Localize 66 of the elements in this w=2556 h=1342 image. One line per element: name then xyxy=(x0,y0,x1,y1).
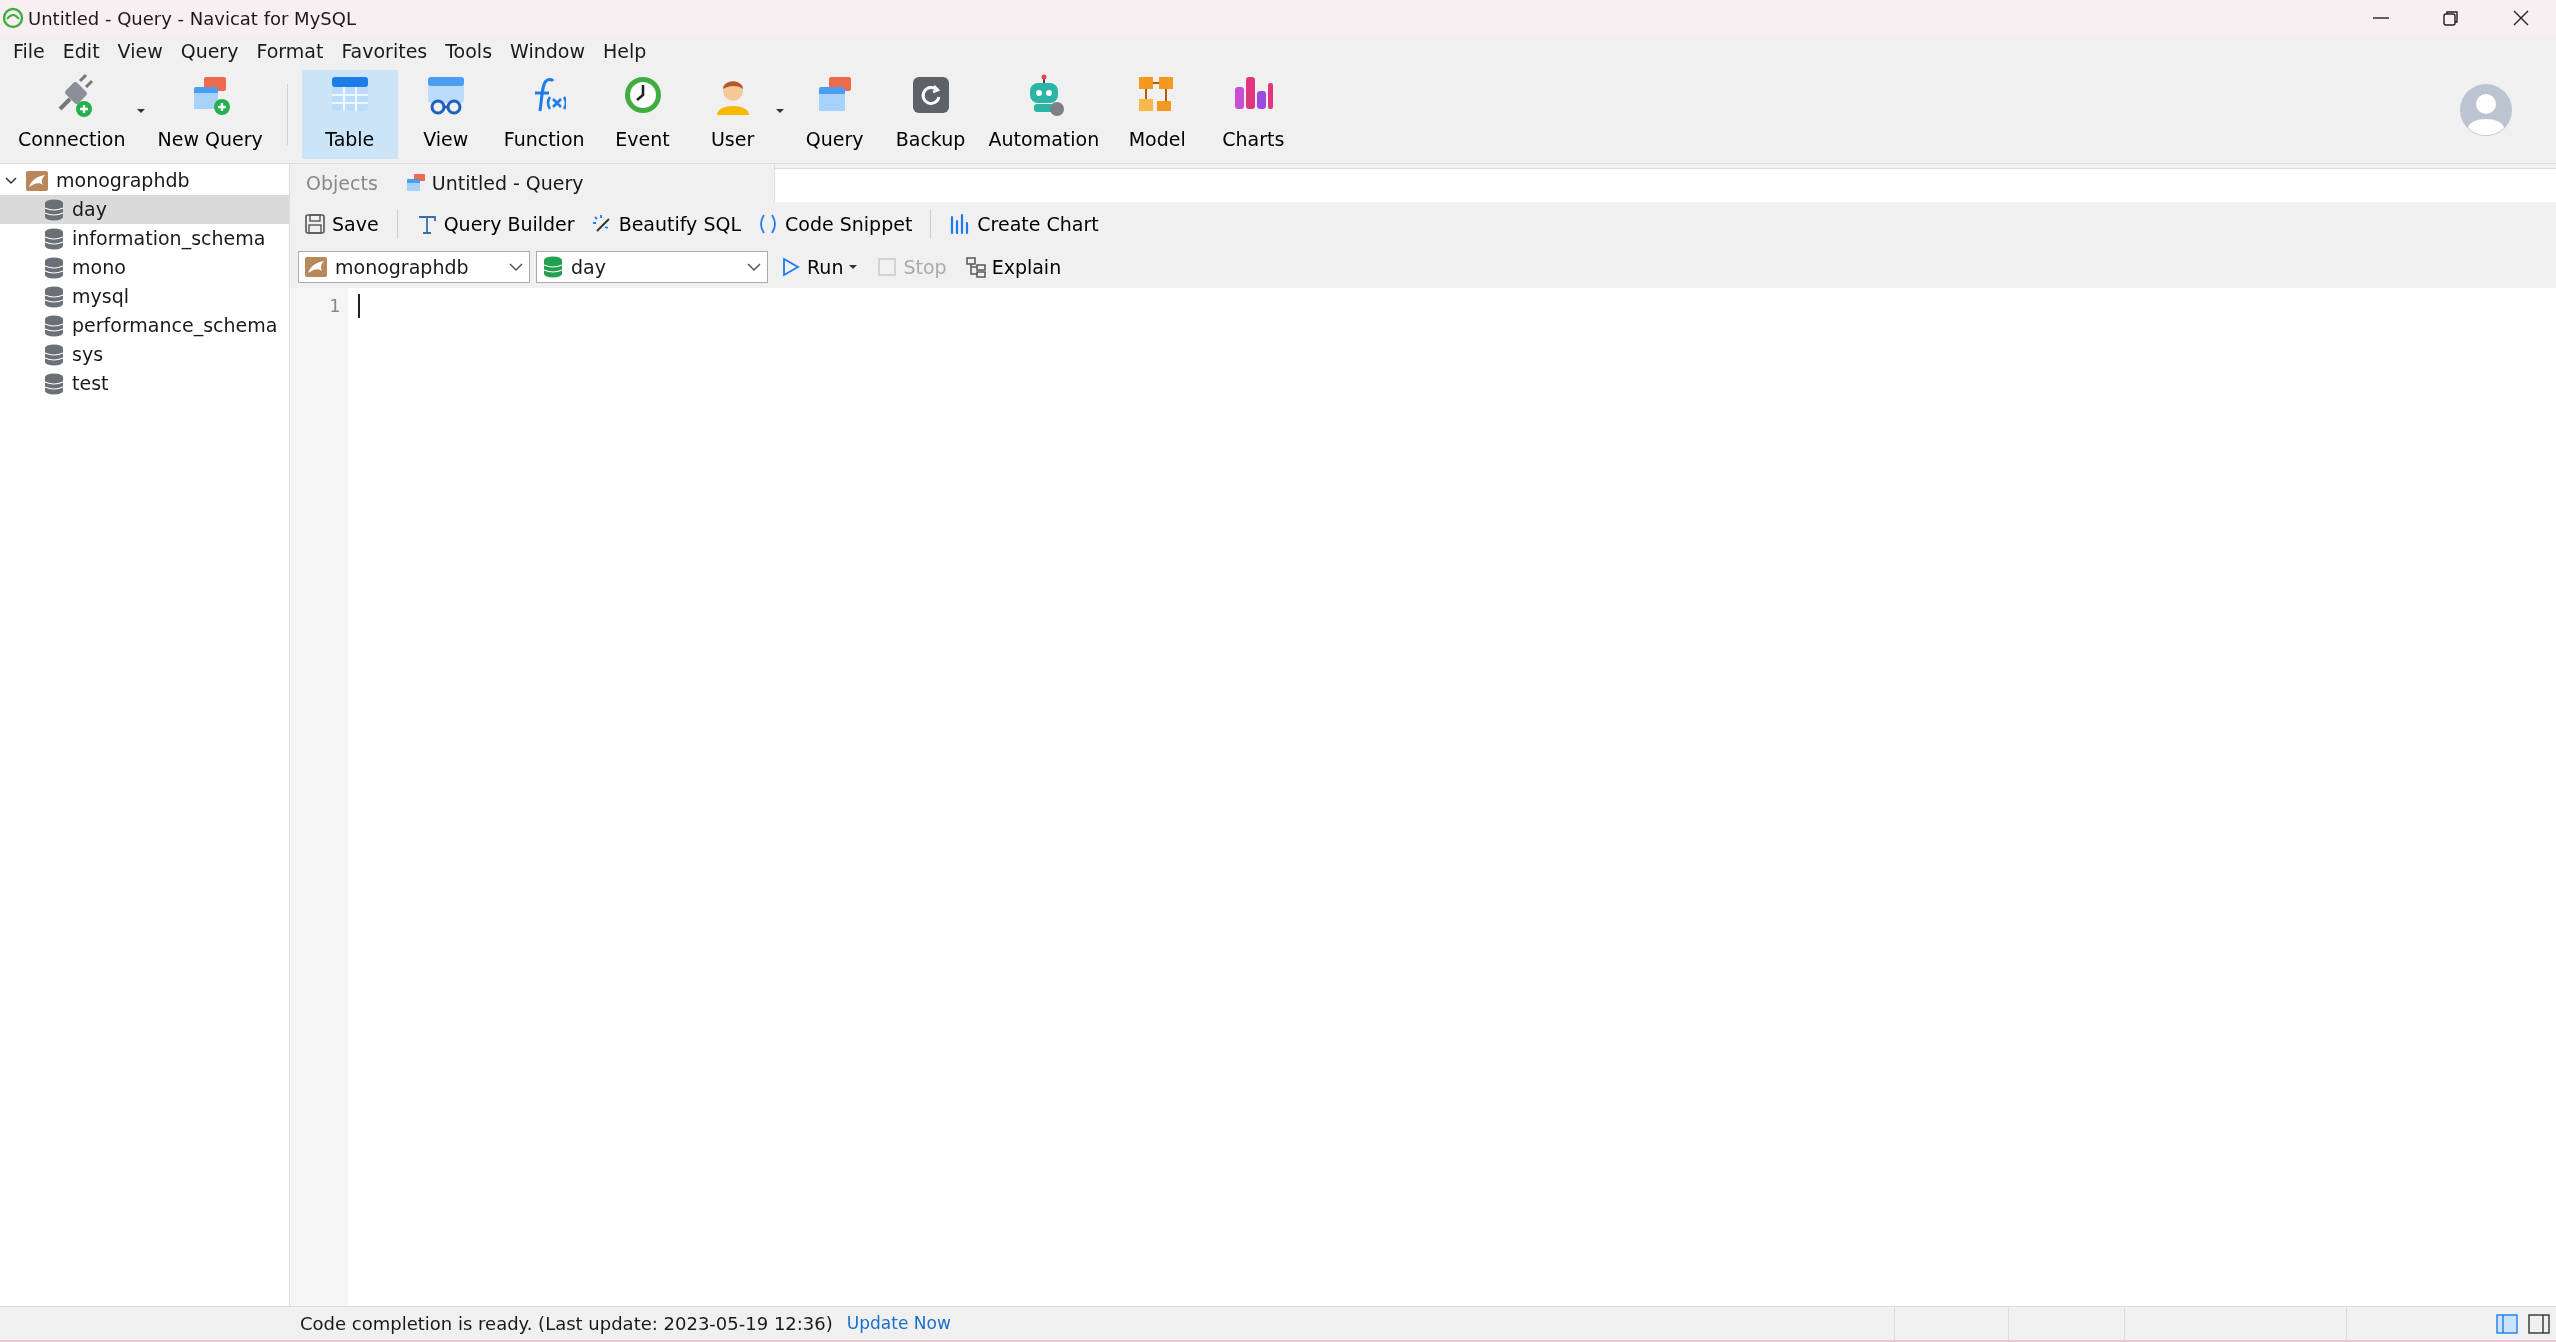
toolbar-button[interactable]: Explain xyxy=(958,250,1068,284)
tree-item[interactable]: day xyxy=(0,195,289,224)
menu-item[interactable]: Help xyxy=(593,36,656,66)
toolbar-button[interactable]: User xyxy=(690,70,787,159)
play-icon xyxy=(780,256,802,278)
window-title: Untitled - Query - Navicat for MySQL xyxy=(28,6,356,31)
tree-diagram-icon xyxy=(964,256,987,278)
menu-item[interactable]: Tools xyxy=(436,36,502,66)
toolbar-button[interactable]: Automation xyxy=(978,70,1110,159)
database-icon xyxy=(44,198,64,221)
toolbar-button[interactable]: Beautify SQL xyxy=(584,207,747,241)
toolbar-button[interactable]: Table xyxy=(301,70,398,159)
chevron-icon xyxy=(509,262,523,272)
dropdown[interactable]: day xyxy=(536,251,768,283)
toolbar-button[interactable]: Run xyxy=(774,250,865,284)
tree-item[interactable]: sys xyxy=(0,340,289,369)
toolbar-button[interactable]: Model xyxy=(1109,70,1206,159)
toolbar-button[interactable]: Query xyxy=(786,70,883,159)
toolbar-button[interactable]: Function xyxy=(493,70,595,159)
app-logo-icon xyxy=(2,7,24,29)
toolbar-button[interactable]: New Query xyxy=(147,70,273,159)
tree-item[interactable]: information_schema xyxy=(0,224,289,253)
chevron-icon xyxy=(747,262,761,272)
minimize-icon xyxy=(2373,17,2389,19)
toolbar-button[interactable]: Event xyxy=(594,70,691,159)
database-icon xyxy=(44,285,64,308)
toolbar-button[interactable]: Create Chart xyxy=(943,207,1105,241)
text-cursor xyxy=(358,294,360,318)
database-icon xyxy=(44,372,64,395)
tree-item[interactable]: monographdb xyxy=(56,166,190,195)
left-panel-icon[interactable] xyxy=(2496,1313,2518,1334)
tree-item[interactable]: mysql xyxy=(0,282,289,311)
toolbar-button[interactable]: Backup xyxy=(882,70,979,159)
right-panel-icon[interactable] xyxy=(2528,1313,2550,1334)
line-number: 1 xyxy=(328,294,340,318)
close-icon xyxy=(2512,9,2530,27)
toolbar-button[interactable]: Query Builder xyxy=(409,207,581,241)
menu-item[interactable]: View xyxy=(108,36,172,66)
toolbar-button[interactable]: Charts xyxy=(1205,70,1302,159)
status-message: Code completion is ready. (Last update: 2023-05-19 12:36) xyxy=(299,1312,833,1336)
menu-item[interactable]: File xyxy=(4,36,54,66)
save-icon xyxy=(304,213,326,235)
stop-icon xyxy=(876,256,899,278)
toolbar-button[interactable]: Save xyxy=(298,207,385,241)
database-icon xyxy=(44,227,64,250)
database-icon xyxy=(44,314,64,337)
toolbar-button[interactable]: Code Snippet xyxy=(751,207,919,241)
query-icon xyxy=(405,173,426,193)
tree-item[interactable]: test xyxy=(0,369,289,398)
tree-item[interactable]: mono xyxy=(0,253,289,282)
restore-icon xyxy=(2442,9,2460,27)
database-icon xyxy=(543,256,563,278)
database-icon xyxy=(44,343,64,366)
database-icon xyxy=(44,256,64,279)
menu-item[interactable]: Favorites xyxy=(332,36,437,66)
menu-item[interactable]: Window xyxy=(501,36,594,66)
menu-item[interactable]: Format xyxy=(247,36,333,66)
dropdown[interactable]: monographdb xyxy=(298,251,530,283)
avatar-icon[interactable] xyxy=(2460,84,2512,136)
menu-item[interactable]: Edit xyxy=(53,36,109,66)
toolbar-button[interactable]: Connection xyxy=(8,70,148,159)
menu-item[interactable]: Query xyxy=(171,36,248,66)
tree-item[interactable]: performance_schema xyxy=(0,311,289,340)
toolbar-button[interactable]: View xyxy=(397,70,494,159)
update-link[interactable]: Update Now xyxy=(846,1310,951,1337)
parentheses-icon xyxy=(757,213,779,235)
